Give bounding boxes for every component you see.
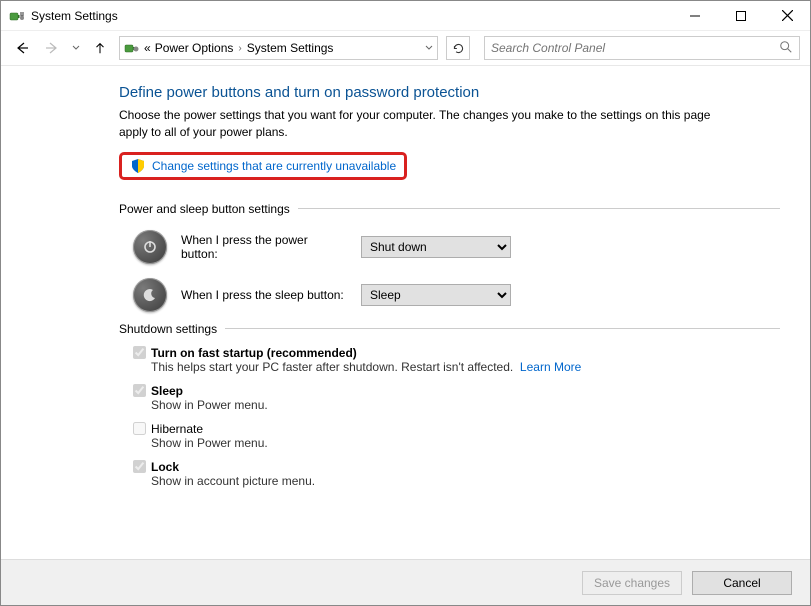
hibernate-checkbox[interactable] [133,422,146,435]
maximize-button[interactable] [718,1,764,31]
check-sleep: Sleep Show in Power menu. [133,384,780,412]
fast-startup-checkbox[interactable] [133,346,146,359]
lock-label: Lock [151,460,179,474]
lock-sub: Show in account picture menu. [151,474,780,488]
battery-plug-icon [124,40,140,56]
refresh-button[interactable] [446,36,470,60]
footer: Save changes Cancel [1,559,810,605]
power-icon [133,230,167,264]
shutdown-settings-list: Turn on fast startup (recommended) This … [133,346,780,488]
search-box[interactable] [484,36,800,60]
section-line [298,208,780,209]
minimize-button[interactable] [672,1,718,31]
sleep-checkbox[interactable] [133,384,146,397]
sleep-button-label: When I press the sleep button: [181,288,347,302]
lock-checkbox[interactable] [133,460,146,473]
check-fast-startup: Turn on fast startup (recommended) This … [133,346,780,374]
address-bar[interactable]: « Power Options › System Settings [119,36,438,60]
check-hibernate: Hibernate Show in Power menu. [133,422,780,450]
power-button-row: When I press the power button: Shut down [133,230,780,264]
power-button-select[interactable]: Shut down [361,236,511,258]
cancel-button[interactable]: Cancel [692,571,792,595]
check-lock: Lock Show in account picture menu. [133,460,780,488]
change-settings-link[interactable]: Change settings that are currently unava… [152,159,396,173]
chevron-right-icon: › [238,43,241,54]
forward-button[interactable] [41,37,63,59]
hibernate-sub: Show in Power menu. [151,436,780,450]
sleep-sub: Show in Power menu. [151,398,780,412]
shield-icon [130,158,146,174]
titlebar: System Settings [1,1,810,31]
hibernate-label: Hibernate [151,422,203,436]
window-controls [672,1,810,31]
fast-startup-label: Turn on fast startup (recommended) [151,346,357,360]
sleep-label: Sleep [151,384,183,398]
address-dropdown-icon[interactable] [425,43,433,54]
sleep-button-select[interactable]: Sleep [361,284,511,306]
breadcrumb-current[interactable]: System Settings [247,41,334,55]
sleep-icon [133,278,167,312]
breadcrumb-parent[interactable]: Power Options [155,41,234,55]
breadcrumb-prefix: « [144,41,151,55]
recent-dropdown[interactable] [71,37,81,59]
fast-startup-sub-text: This helps start your PC faster after sh… [151,360,513,374]
battery-plug-icon [9,8,25,24]
content: Define power buttons and turn on passwor… [1,66,810,559]
back-button[interactable] [11,37,33,59]
search-icon[interactable] [779,40,793,57]
fast-startup-sub: This helps start your PC faster after sh… [151,360,780,374]
close-button[interactable] [764,1,810,31]
navbar: « Power Options › System Settings [1,31,810,65]
search-input[interactable] [491,41,779,55]
section-power-sleep-label: Power and sleep button settings [119,202,290,216]
learn-more-link[interactable]: Learn More [520,360,581,374]
section-line [225,328,780,329]
section-shutdown-label: Shutdown settings [119,322,217,336]
save-button[interactable]: Save changes [582,571,682,595]
sleep-button-row: When I press the sleep button: Sleep [133,278,780,312]
up-button[interactable] [89,37,111,59]
window-title: System Settings [31,9,118,23]
unlock-row: Change settings that are currently unava… [119,152,407,180]
page-description: Choose the power settings that you want … [119,107,739,142]
section-shutdown: Shutdown settings [119,322,780,336]
section-power-sleep: Power and sleep button settings [119,202,780,216]
power-button-label: When I press the power button: [181,233,347,261]
page-heading: Define power buttons and turn on passwor… [119,84,780,101]
